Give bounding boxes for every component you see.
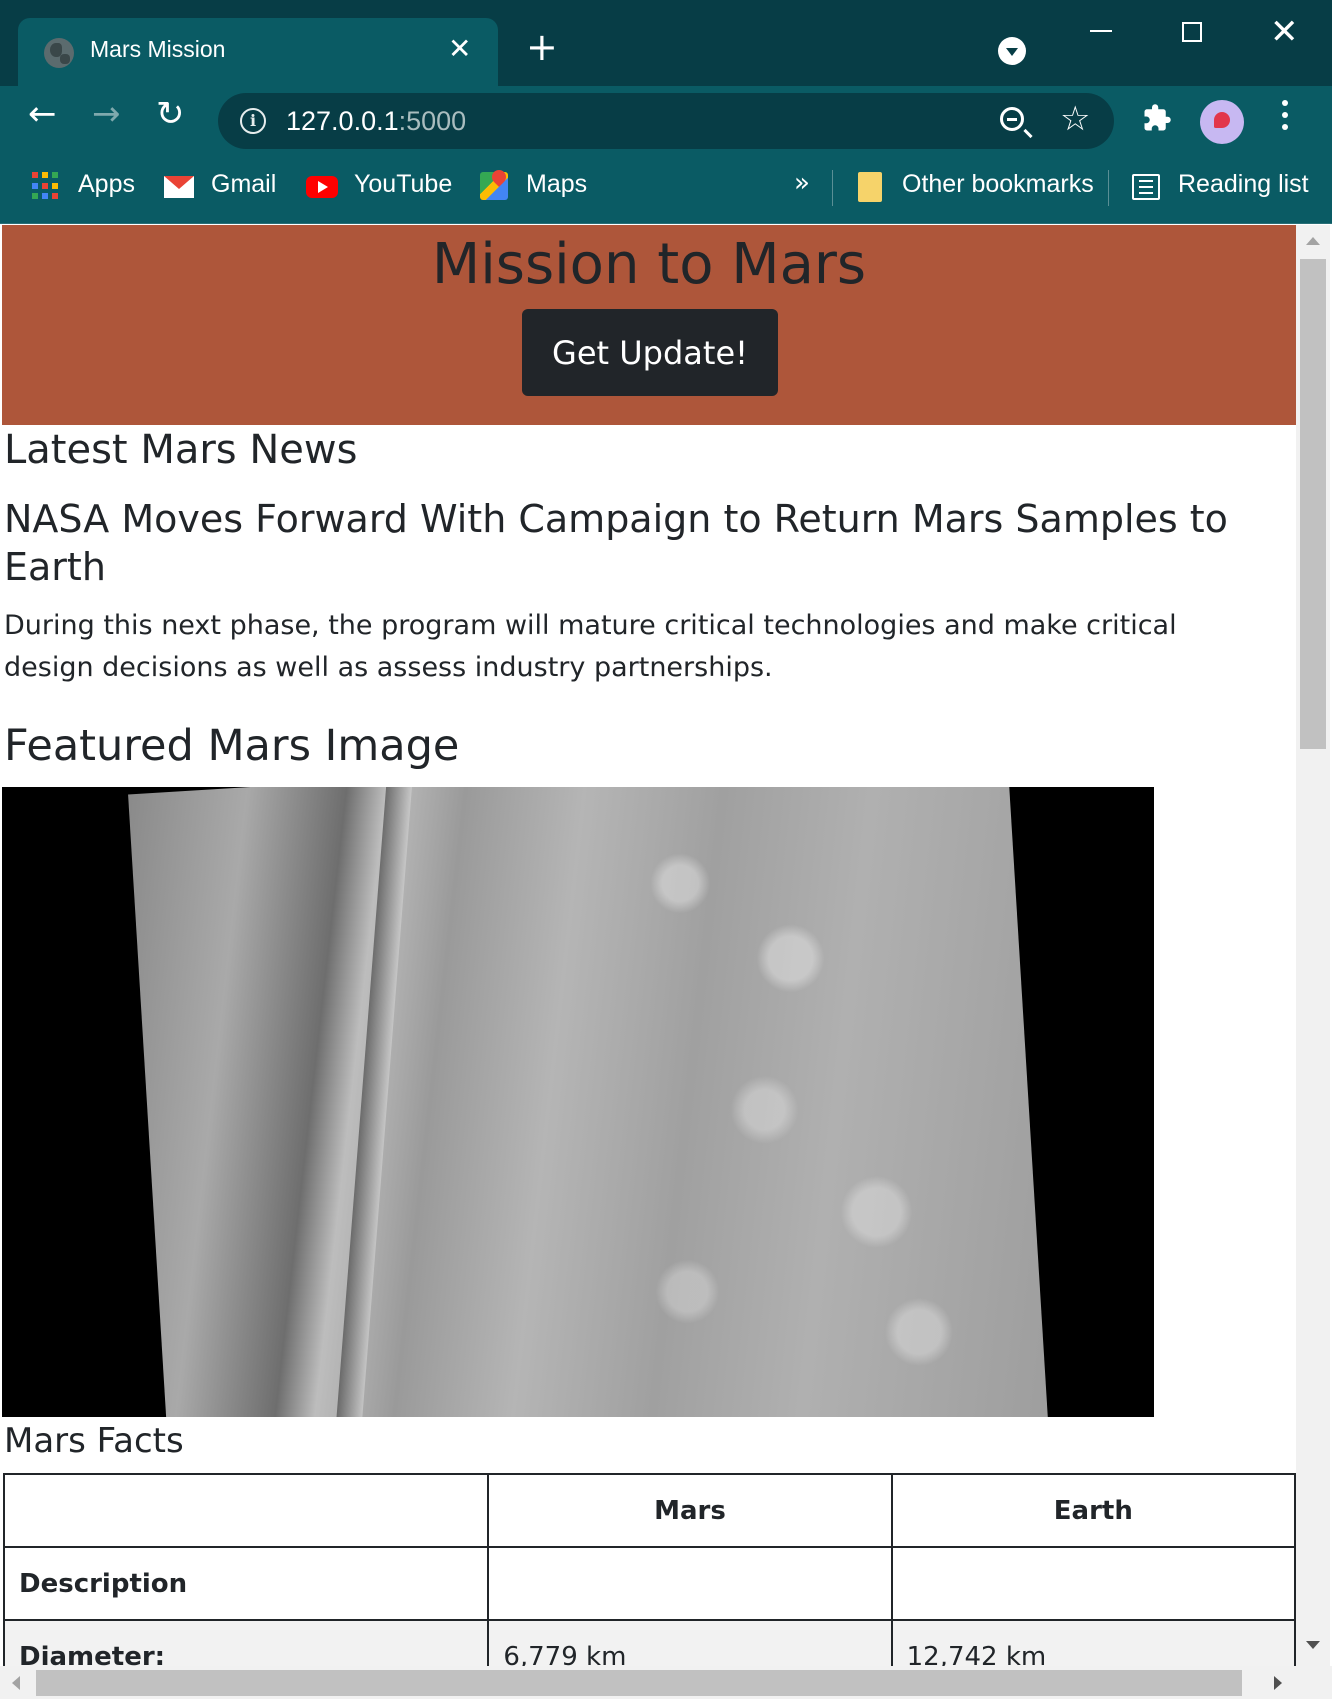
tab-close-icon[interactable]: ✕ — [448, 32, 471, 65]
vertical-scroll-thumb[interactable] — [1300, 259, 1326, 749]
mars-surface-photo — [128, 787, 1048, 1417]
url-host: 127.0.0.1 — [286, 106, 399, 136]
horizontal-scroll-thumb[interactable] — [36, 1670, 1242, 1696]
bookmarks-overflow-icon[interactable]: » — [794, 168, 810, 198]
horizontal-scrollbar[interactable] — [0, 1666, 1332, 1699]
browser-toolbar: ← → ↻ i 127.0.0.1:5000 ☆ — [0, 86, 1332, 156]
reload-icon[interactable]: ↻ — [156, 94, 185, 134]
folder-icon — [858, 172, 882, 202]
news-article-title: NASA Moves Forward With Campaign to Retu… — [4, 497, 1228, 589]
window-maximize-button[interactable] — [1182, 22, 1202, 42]
jumbotron-header: Mission to Mars Get Update! — [2, 225, 1296, 425]
bookmarks-divider — [1108, 170, 1109, 206]
news-article-teaser: During this next phase, the program will… — [4, 610, 1177, 683]
gmail-icon — [164, 176, 194, 198]
bookmarks-divider — [832, 170, 833, 206]
profile-avatar[interactable] — [1200, 100, 1244, 144]
bookmark-gmail[interactable]: Gmail — [211, 170, 276, 199]
page-title: Mission to Mars — [431, 232, 867, 297]
window-close-button[interactable]: ✕ — [1270, 12, 1299, 52]
table-header-cell — [2, 1473, 490, 1548]
browser-tab-active[interactable]: Mars Mission ✕ — [18, 18, 498, 86]
bookmark-star-icon[interactable]: ☆ — [1060, 99, 1090, 139]
table-header-cell: Earth — [890, 1473, 1296, 1548]
bookmark-other-bookmarks[interactable]: Other bookmarks — [902, 170, 1094, 199]
extensions-puzzle-icon[interactable] — [1142, 103, 1172, 133]
table-header-cell: Mars — [487, 1473, 893, 1548]
row-value-mars: 6,779 km — [487, 1619, 893, 1666]
scroll-right-arrow-icon[interactable] — [1274, 1676, 1282, 1690]
maps-icon — [480, 172, 508, 200]
bookmark-youtube[interactable]: YouTube — [354, 170, 452, 199]
mars-facts-table: Mars Earth Description Diameter: 6,779 k… — [2, 1473, 1296, 1666]
youtube-icon — [306, 176, 338, 198]
page-viewport: Mission to Mars Get Update! Latest Mars … — [2, 225, 1296, 1666]
new-tab-button[interactable]: + — [526, 28, 558, 66]
url-text[interactable]: 127.0.0.1:5000 — [286, 106, 466, 137]
tab-title: Mars Mission — [90, 36, 226, 62]
url-port: :5000 — [398, 106, 467, 136]
zoom-out-icon[interactable] — [1000, 107, 1024, 131]
site-info-icon[interactable]: i — [240, 108, 266, 134]
row-label: Description — [2, 1546, 490, 1621]
apps-grid-icon — [32, 172, 60, 200]
tab-search-icon[interactable] — [998, 37, 1026, 65]
globe-icon — [44, 38, 74, 68]
featured-image-heading: Featured Mars Image — [4, 721, 460, 771]
vertical-scrollbar[interactable] — [1296, 225, 1330, 1666]
row-value-earth — [890, 1546, 1296, 1621]
mars-facts-heading: Mars Facts — [4, 1421, 184, 1461]
window-minimize-button[interactable] — [1090, 30, 1112, 32]
mars-channel-feature — [331, 787, 413, 1417]
row-label: Diameter: — [2, 1619, 490, 1666]
bookmark-reading-list[interactable]: Reading list — [1178, 170, 1309, 199]
scroll-down-arrow-icon[interactable] — [1306, 1641, 1320, 1649]
row-value-earth: 12,742 km — [890, 1619, 1296, 1666]
forward-arrow-icon[interactable]: → — [92, 94, 121, 134]
bookmarks-bar: Apps Gmail YouTube Maps » Other bookmark… — [0, 156, 1332, 224]
back-arrow-icon[interactable]: ← — [28, 94, 57, 134]
browser-title-bar: Mars Mission ✕ + ✕ — [0, 0, 1332, 86]
reading-list-icon — [1132, 174, 1160, 200]
table-row: Description — [2, 1546, 1296, 1621]
browser-menu-icon[interactable] — [1280, 100, 1290, 140]
table-row: Diameter: 6,779 km 12,742 km — [2, 1619, 1296, 1666]
bookmark-maps[interactable]: Maps — [526, 170, 587, 199]
bookmark-apps[interactable]: Apps — [78, 170, 135, 199]
latest-news-heading: Latest Mars News — [4, 427, 358, 473]
table-header-row: Mars Earth — [2, 1473, 1296, 1548]
get-update-button[interactable]: Get Update! — [522, 309, 778, 396]
address-bar[interactable]: i 127.0.0.1:5000 ☆ — [218, 93, 1114, 149]
row-value-mars — [487, 1546, 893, 1621]
featured-mars-image — [2, 787, 1154, 1417]
scroll-left-arrow-icon[interactable] — [12, 1676, 20, 1690]
scroll-up-arrow-icon[interactable] — [1306, 237, 1320, 245]
